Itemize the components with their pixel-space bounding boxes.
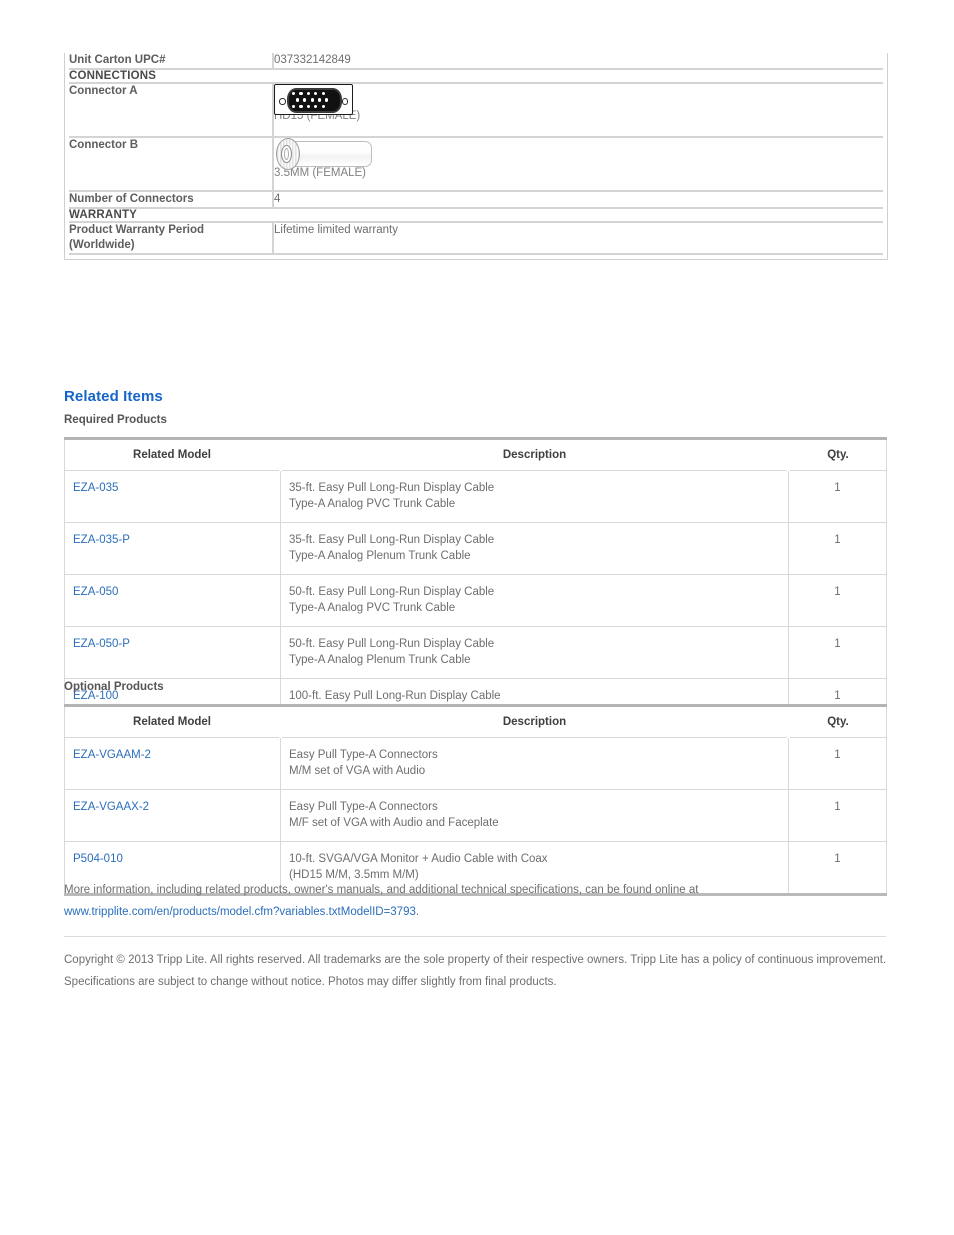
model-cell: EZA-050 bbox=[64, 574, 281, 627]
connector-a-graphic: HD15 (FEMALE) bbox=[274, 84, 883, 123]
spec-row-number-of-connectors: Number of Connectors 4 bbox=[69, 191, 883, 209]
spec-label: Unit Carton UPC# bbox=[69, 53, 274, 70]
required-products-subtitle: Required Products bbox=[64, 414, 167, 426]
jack-barrel bbox=[288, 141, 372, 167]
spec-section-warranty: WARRANTY bbox=[69, 208, 883, 223]
screw-hole-right-icon bbox=[341, 98, 348, 105]
spec-label: Product Warranty Period (Worldwide) bbox=[69, 222, 274, 255]
spec-row-connector-a: Connector A HD15 (FEMALE) bbox=[69, 83, 883, 138]
more-information-text: More information, including related prod… bbox=[64, 879, 894, 923]
spec-row-warranty-period: Product Warranty Period (Worldwide) Life… bbox=[69, 222, 883, 255]
qty-cell: 1 bbox=[788, 522, 887, 575]
desc-line1: 50-ft. Easy Pull Long-Run Display Cable bbox=[289, 638, 495, 650]
desc-line1: 35-ft. Easy Pull Long-Run Display Cable bbox=[289, 534, 495, 546]
footer-divider bbox=[64, 936, 886, 937]
specifications-table: Unit Carton UPC# 037332142849 CONNECTION… bbox=[64, 53, 888, 260]
table-row: EZA-050 50-ft. Easy Pull Long-Run Displa… bbox=[64, 574, 887, 627]
spec-label: Connector B bbox=[69, 137, 274, 192]
desc-line2: Type-A Analog PVC Trunk Cable bbox=[289, 497, 456, 510]
description-cell: Easy Pull Type-A Connectors M/M set of VG… bbox=[280, 737, 789, 790]
more-info-sentence: More information, including related prod… bbox=[64, 884, 699, 896]
table-row: EZA-VGAAM-2 Easy Pull Type-A Connectors M… bbox=[64, 737, 887, 790]
model-link[interactable]: EZA-VGAAM-2 bbox=[73, 749, 151, 761]
description-cell: 50-ft. Easy Pull Long-Run Display Cable T… bbox=[280, 626, 789, 679]
spec-value: 037332142849 bbox=[273, 53, 883, 70]
column-header-qty: Qty. bbox=[787, 704, 887, 738]
column-header-description: Description bbox=[279, 704, 789, 738]
model-link[interactable]: P504-010 bbox=[73, 853, 123, 865]
desc-line1: 100-ft. Easy Pull Long-Run Display Cable bbox=[289, 690, 501, 702]
spec-value: HD15 (FEMALE) bbox=[273, 83, 883, 138]
column-header-related-model: Related Model bbox=[64, 704, 281, 738]
desc-line2: Type-A Analog PVC Trunk Cable bbox=[289, 601, 456, 614]
column-header-description: Description bbox=[279, 437, 789, 471]
table-header-row: Related Model Description Qty. bbox=[64, 704, 887, 738]
model-cell: EZA-VGAAM-2 bbox=[64, 737, 281, 790]
table-row: EZA-VGAAX-2 Easy Pull Type-A Connectors M… bbox=[64, 789, 887, 842]
description-cell: 35-ft. Easy Pull Long-Run Display Cable T… bbox=[280, 522, 789, 575]
hd15-connector-icon bbox=[274, 84, 353, 115]
desc-line1: Easy Pull Type-A Connectors bbox=[289, 749, 438, 761]
model-cell: EZA-050-P bbox=[64, 626, 281, 679]
model-link[interactable]: EZA-035 bbox=[73, 482, 118, 494]
spec-value: Lifetime limited warranty bbox=[273, 222, 883, 255]
desc-line2: M/M set of VGA with Audio bbox=[289, 764, 426, 777]
model-cell: EZA-035-P bbox=[64, 522, 281, 575]
spec-row-connector-b: Connector B 3.5MM (FEMALE) bbox=[69, 137, 883, 192]
qty-cell: 1 bbox=[788, 626, 887, 679]
screw-hole-left-icon bbox=[279, 98, 286, 105]
qty-cell: 1 bbox=[788, 470, 887, 523]
spec-label: Connector A bbox=[69, 83, 274, 138]
document-page: Unit Carton UPC# 037332142849 CONNECTION… bbox=[0, 0, 954, 1235]
desc-line1: 10-ft. SVGA/VGA Monitor + Audio Cable wi… bbox=[289, 853, 548, 865]
model-cell: EZA-VGAAX-2 bbox=[64, 789, 281, 842]
required-products-table: Related Model Description Qty. EZA-035 3… bbox=[64, 437, 887, 733]
column-header-qty: Qty. bbox=[787, 437, 887, 471]
table-row: EZA-035 35-ft. Easy Pull Long-Run Displa… bbox=[64, 470, 887, 523]
related-items-heading: Related Items bbox=[64, 388, 163, 405]
desc-line1: Easy Pull Type-A Connectors bbox=[289, 801, 438, 813]
spec-value: 3.5MM (FEMALE) bbox=[273, 137, 883, 192]
optional-products-subtitle: Optional Products bbox=[64, 681, 164, 693]
desc-line1: 50-ft. Easy Pull Long-Run Display Cable bbox=[289, 586, 495, 598]
spec-section-heading: CONNECTIONS bbox=[69, 69, 883, 84]
connector-a-caption: HD15 (FEMALE) bbox=[274, 110, 361, 122]
table-header-row: Related Model Description Qty. bbox=[64, 437, 887, 471]
spec-value: 4 bbox=[273, 191, 883, 209]
description-cell: 35-ft. Easy Pull Long-Run Display Cable T… bbox=[280, 470, 789, 523]
desc-line2: M/F set of VGA with Audio and Faceplate bbox=[289, 816, 499, 829]
description-cell: Easy Pull Type-A Connectors M/F set of VG… bbox=[280, 789, 789, 842]
3.5mm-jack-icon bbox=[274, 138, 374, 170]
jack-inner-opening bbox=[284, 148, 289, 160]
qty-cell: 1 bbox=[788, 574, 887, 627]
product-page-link[interactable]: www.tripplite.com/en/products/model.cfm?… bbox=[64, 906, 416, 918]
spec-label-line2: (Worldwide) bbox=[69, 239, 135, 251]
spec-section-connections: CONNECTIONS bbox=[69, 69, 883, 84]
qty-cell: 1 bbox=[788, 789, 887, 842]
spec-label-line1: Product Warranty Period bbox=[69, 224, 205, 236]
spec-label: Number of Connectors bbox=[69, 191, 274, 209]
qty-cell: 1 bbox=[788, 737, 887, 790]
spec-section-heading: WARRANTY bbox=[69, 208, 883, 223]
model-cell: EZA-035 bbox=[64, 470, 281, 523]
desc-line2: Type-A Analog Plenum Trunk Cable bbox=[289, 549, 471, 562]
model-link[interactable]: EZA-050 bbox=[73, 586, 118, 598]
desc-line1: 35-ft. Easy Pull Long-Run Display Cable bbox=[289, 482, 495, 494]
copyright-text: Copyright © 2013 Tripp Lite. All rights … bbox=[64, 954, 887, 988]
pin-array bbox=[292, 92, 337, 109]
url-period: . bbox=[415, 906, 420, 918]
column-header-related-model: Related Model bbox=[64, 437, 281, 471]
connector-b-graphic: 3.5MM (FEMALE) bbox=[274, 138, 883, 180]
table-row: EZA-035-P 35-ft. Easy Pull Long-Run Disp… bbox=[64, 522, 887, 575]
model-link[interactable]: EZA-050-P bbox=[73, 638, 130, 650]
optional-products-table: Related Model Description Qty. EZA-VGAAM… bbox=[64, 704, 887, 896]
table-row: EZA-050-P 50-ft. Easy Pull Long-Run Disp… bbox=[64, 626, 887, 679]
desc-line2: Type-A Analog Plenum Trunk Cable bbox=[289, 653, 471, 666]
description-cell: 50-ft. Easy Pull Long-Run Display Cable T… bbox=[280, 574, 789, 627]
model-link[interactable]: EZA-VGAAX-2 bbox=[73, 801, 149, 813]
model-link[interactable]: EZA-035-P bbox=[73, 534, 130, 546]
spec-row-unit-carton-upc: Unit Carton UPC# 037332142849 bbox=[69, 53, 883, 70]
